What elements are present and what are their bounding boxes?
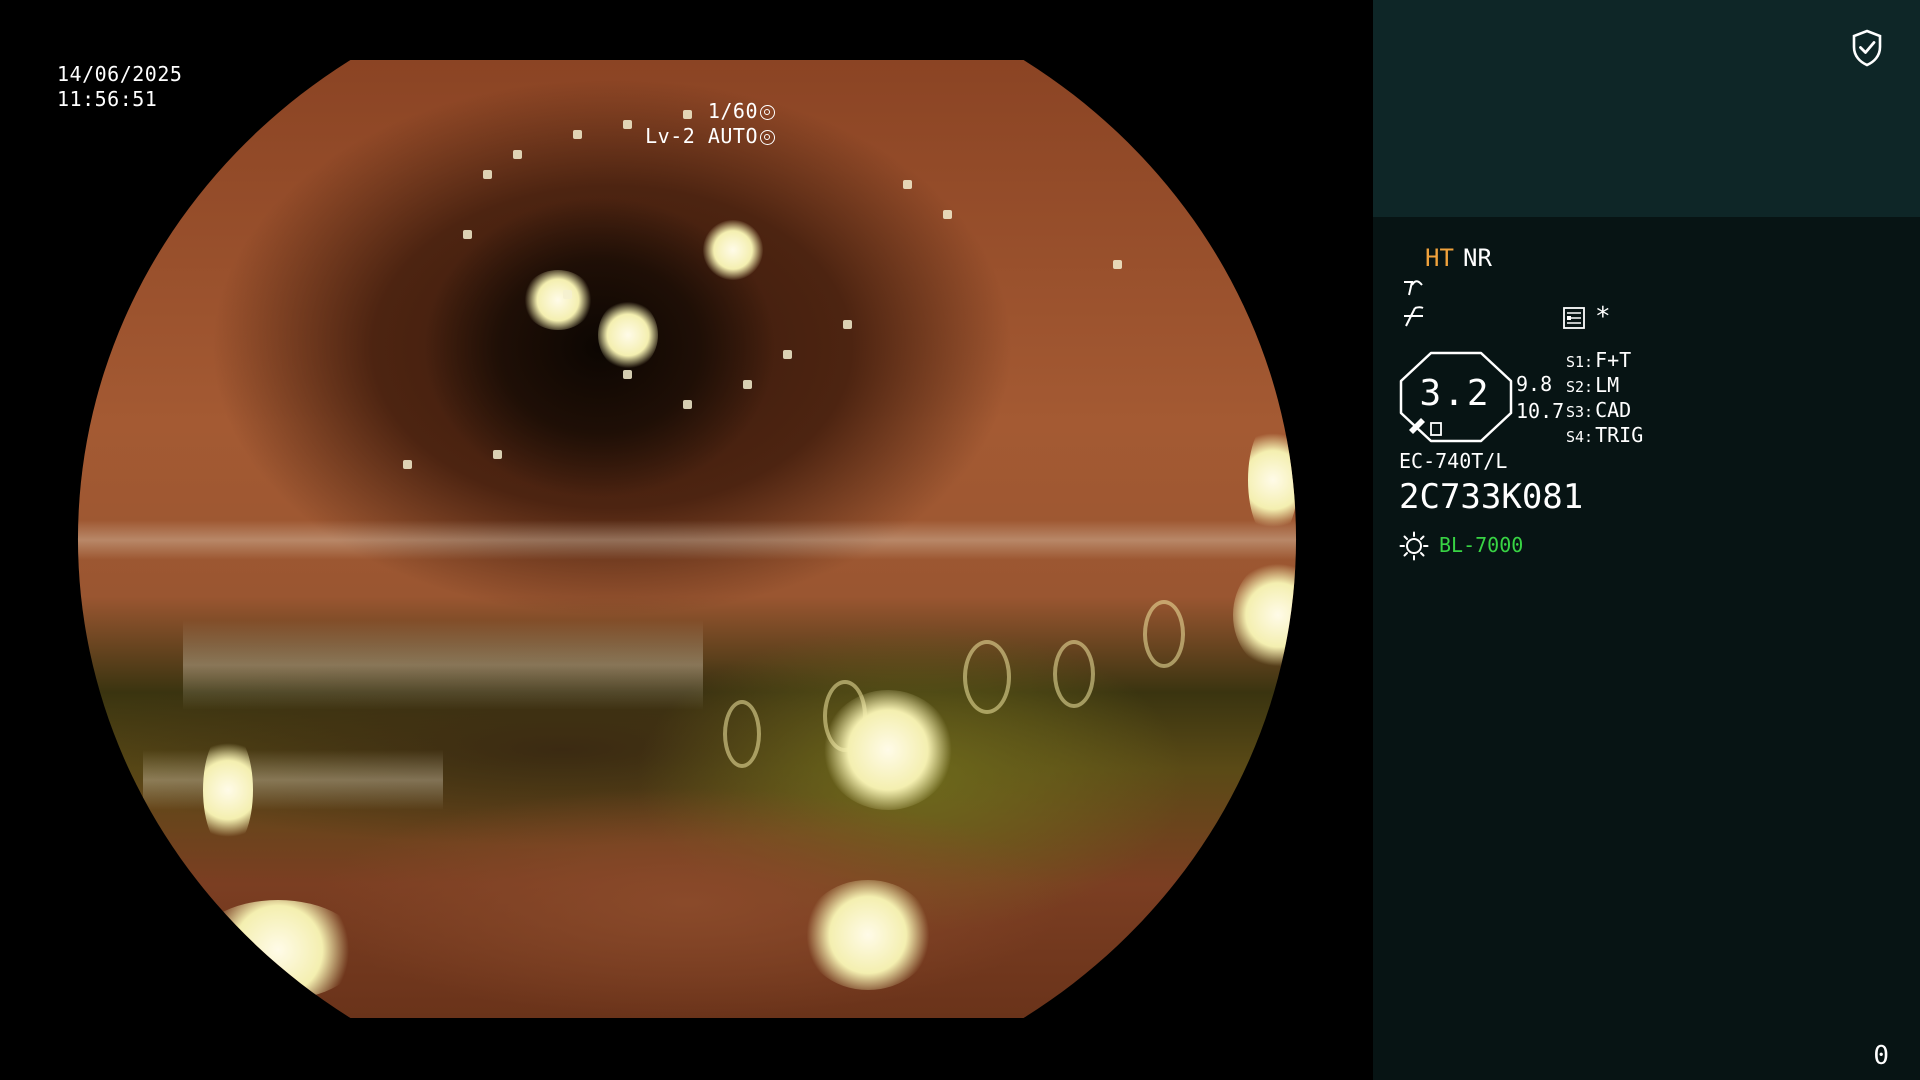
measure-value-1: 9.8	[1516, 372, 1553, 396]
bubble-speck	[743, 380, 752, 389]
bubble-speck	[903, 180, 912, 189]
nr-mode: NR	[1463, 244, 1492, 272]
light-reflection	[523, 270, 593, 330]
mucosal-fold	[183, 620, 703, 710]
scope-switch-s2: S2: LM	[1566, 373, 1620, 397]
serial-number: 2C733K081	[1399, 477, 1584, 517]
bubble-speck	[563, 290, 572, 299]
camera-settings: 1/60 Lv-2 AUTO	[645, 99, 775, 149]
scope-switch-s4: S4: TRIG	[1566, 423, 1644, 447]
date-text: 14/06/2025	[57, 62, 183, 86]
endoscope-viewport: 14/06/2025 11:56:51 1/60 Lv-2 AUTO	[0, 0, 1373, 1080]
frame-counter: 0	[1873, 1041, 1889, 1071]
aperture-icon	[760, 105, 775, 120]
date-time-display: 14/06/2025 11:56:51	[57, 62, 182, 112]
bubble-speck	[843, 320, 852, 329]
bubble-speck	[573, 130, 582, 139]
bubble-speck	[403, 460, 412, 469]
light-reflection	[193, 900, 363, 1000]
scope-model: EC-740T/L	[1399, 449, 1508, 473]
bubble-speck	[493, 450, 502, 459]
light-reflection	[803, 880, 933, 990]
bubble	[1053, 640, 1095, 708]
info-panel: HT NR * 3.2 9.8 10.7 S1: F+T S2: LM S3: CAD…	[1373, 0, 1920, 1080]
light-reflection	[1233, 560, 1297, 670]
bubble	[963, 640, 1011, 714]
bubble-speck	[513, 150, 522, 159]
bubble-speck	[623, 120, 632, 129]
light-reflection	[703, 220, 763, 280]
menu-icon	[1563, 307, 1585, 329]
endoscope-image	[77, 60, 1297, 1018]
bubble-speck	[943, 210, 952, 219]
light-reflection	[823, 690, 953, 810]
scope-switch-s3: S3: CAD	[1566, 398, 1632, 422]
brightness-level: Lv-2 AUTO	[645, 124, 758, 148]
bubble-speck	[463, 230, 472, 239]
shield-check-icon[interactable]	[1851, 29, 1883, 67]
bubble	[723, 700, 761, 768]
measure-value-2: 10.7	[1516, 399, 1565, 423]
bubble	[1143, 600, 1185, 668]
shutter-speed: 1/60	[707, 99, 758, 123]
light-reflection	[203, 730, 253, 850]
light-reflection	[598, 300, 658, 370]
contrast-curve-icon	[1404, 306, 1424, 327]
bubble-speck	[1113, 260, 1122, 269]
bubble-speck	[623, 370, 632, 379]
zoom-value: 3.2	[1419, 373, 1491, 414]
bubble-speck	[683, 400, 692, 409]
time-text: 11:56:51	[57, 87, 158, 111]
sun-icon	[1399, 531, 1429, 561]
light-reflection	[1248, 420, 1297, 540]
scope-switch-s1: S1: F+T	[1566, 348, 1632, 372]
asterisk-marker: *	[1595, 302, 1611, 332]
mucosal-fold	[143, 750, 443, 810]
ht-mode: HT	[1425, 244, 1454, 272]
light-source-model: BL-7000	[1439, 533, 1524, 557]
iris-icon	[760, 130, 775, 145]
bubble-speck	[483, 170, 492, 179]
mucosal-fold	[77, 520, 1297, 560]
panel-header-area	[1373, 0, 1920, 217]
enhancement-icon	[1404, 280, 1423, 296]
bubble-speck	[783, 350, 792, 359]
